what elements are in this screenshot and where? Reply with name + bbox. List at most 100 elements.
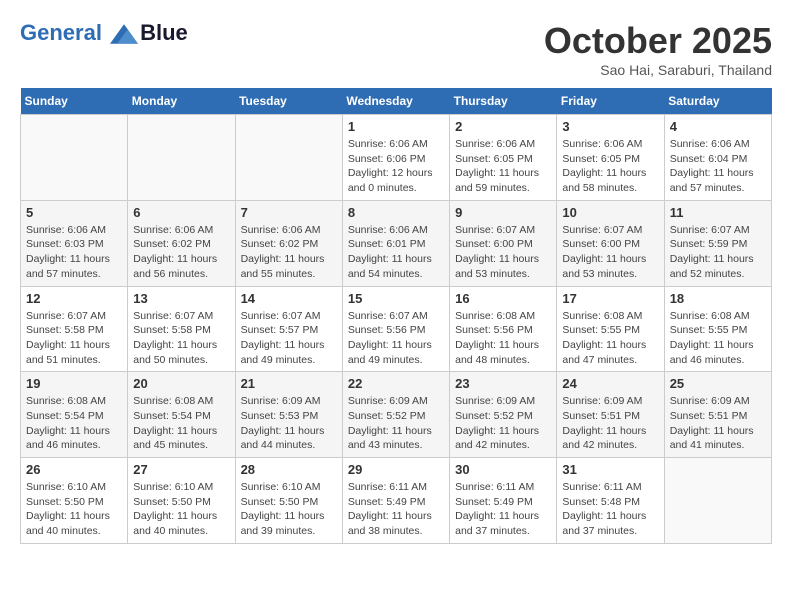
calendar-cell: 23Sunrise: 6:09 AMSunset: 5:52 PMDayligh… xyxy=(450,372,557,458)
day-info: Sunrise: 6:08 AMSunset: 5:54 PMDaylight:… xyxy=(26,394,122,453)
calendar-cell: 1 Sunrise: 6:06 AMSunset: 6:06 PMDaylight… xyxy=(342,115,449,201)
day-number: 24 xyxy=(562,376,658,391)
calendar-cell: 22Sunrise: 6:09 AMSunset: 5:52 PMDayligh… xyxy=(342,372,449,458)
calendar-cell: 19 Sunrise: 6:08 AMSunset: 5:54 PMDayligh… xyxy=(21,372,128,458)
calendar-week-1: 5 Sunrise: 6:06 AMSunset: 6:03 PMDaylight… xyxy=(21,200,772,286)
calendar-cell: 4 Sunrise: 6:06 AMSunset: 6:04 PMDaylight… xyxy=(664,115,771,201)
title-block: October 2025 Sao Hai, Saraburi, Thailand xyxy=(544,20,772,78)
day-info: Sunrise: 6:10 AMSunset: 5:50 PMDaylight:… xyxy=(241,480,337,539)
day-number: 16 xyxy=(455,291,551,306)
day-number: 17 xyxy=(562,291,658,306)
calendar-cell xyxy=(21,115,128,201)
day-info: Sunrise: 6:06 AMSunset: 6:05 PMDaylight:… xyxy=(562,137,658,196)
day-info: Sunrise: 6:07 AMSunset: 6:00 PMDaylight:… xyxy=(562,223,658,282)
calendar-cell: 18 Sunrise: 6:08 AMSunset: 5:55 PMDayligh… xyxy=(664,286,771,372)
day-info: Sunrise: 6:08 AMSunset: 5:55 PMDaylight:… xyxy=(562,309,658,368)
weekday-header-saturday: Saturday xyxy=(664,88,771,115)
day-info: Sunrise: 6:06 AMSunset: 6:03 PMDaylight:… xyxy=(26,223,122,282)
calendar-cell: 2Sunrise: 6:06 AMSunset: 6:05 PMDaylight… xyxy=(450,115,557,201)
calendar-week-3: 19 Sunrise: 6:08 AMSunset: 5:54 PMDayligh… xyxy=(21,372,772,458)
day-number: 19 xyxy=(26,376,122,391)
day-info: Sunrise: 6:10 AMSunset: 5:50 PMDaylight:… xyxy=(133,480,229,539)
calendar-cell: 27 Sunrise: 6:10 AMSunset: 5:50 PMDayligh… xyxy=(128,458,235,544)
weekday-header-friday: Friday xyxy=(557,88,664,115)
calendar-cell xyxy=(664,458,771,544)
day-info: Sunrise: 6:08 AMSunset: 5:54 PMDaylight:… xyxy=(133,394,229,453)
day-number: 1 xyxy=(348,119,444,134)
calendar-cell xyxy=(235,115,342,201)
day-info: Sunrise: 6:06 AMSunset: 6:06 PMDaylight:… xyxy=(348,137,444,196)
day-info: Sunrise: 6:07 AMSunset: 6:00 PMDaylight:… xyxy=(455,223,551,282)
calendar-table: SundayMondayTuesdayWednesdayThursdayFrid… xyxy=(20,88,772,544)
day-number: 18 xyxy=(670,291,766,306)
calendar-cell: 24Sunrise: 6:09 AMSunset: 5:51 PMDayligh… xyxy=(557,372,664,458)
day-info: Sunrise: 6:09 AMSunset: 5:53 PMDaylight:… xyxy=(241,394,337,453)
calendar-cell: 31 Sunrise: 6:11 AMSunset: 5:48 PMDayligh… xyxy=(557,458,664,544)
calendar-week-2: 12 Sunrise: 6:07 AMSunset: 5:58 PMDayligh… xyxy=(21,286,772,372)
day-number: 28 xyxy=(241,462,337,477)
calendar-cell xyxy=(128,115,235,201)
weekday-header-monday: Monday xyxy=(128,88,235,115)
day-info: Sunrise: 6:09 AMSunset: 5:51 PMDaylight:… xyxy=(670,394,766,453)
weekday-header-thursday: Thursday xyxy=(450,88,557,115)
weekday-header-sunday: Sunday xyxy=(21,88,128,115)
calendar-cell: 21Sunrise: 6:09 AMSunset: 5:53 PMDayligh… xyxy=(235,372,342,458)
day-number: 29 xyxy=(348,462,444,477)
day-number: 15 xyxy=(348,291,444,306)
day-number: 30 xyxy=(455,462,551,477)
weekday-header-wednesday: Wednesday xyxy=(342,88,449,115)
day-number: 7 xyxy=(241,205,337,220)
day-number: 8 xyxy=(348,205,444,220)
day-info: Sunrise: 6:07 AMSunset: 5:58 PMDaylight:… xyxy=(133,309,229,368)
day-number: 26 xyxy=(26,462,122,477)
day-info: Sunrise: 6:08 AMSunset: 5:56 PMDaylight:… xyxy=(455,309,551,368)
day-number: 5 xyxy=(26,205,122,220)
day-info: Sunrise: 6:06 AMSunset: 6:02 PMDaylight:… xyxy=(241,223,337,282)
calendar-cell: 20 Sunrise: 6:08 AMSunset: 5:54 PMDayligh… xyxy=(128,372,235,458)
calendar-cell: 10 Sunrise: 6:07 AMSunset: 6:00 PMDayligh… xyxy=(557,200,664,286)
day-number: 31 xyxy=(562,462,658,477)
logo: General Blue xyxy=(20,20,188,46)
calendar-cell: 30 Sunrise: 6:11 AMSunset: 5:49 PMDayligh… xyxy=(450,458,557,544)
day-info: Sunrise: 6:08 AMSunset: 5:55 PMDaylight:… xyxy=(670,309,766,368)
day-number: 2 xyxy=(455,119,551,134)
day-info: Sunrise: 6:07 AMSunset: 5:59 PMDaylight:… xyxy=(670,223,766,282)
day-info: Sunrise: 6:09 AMSunset: 5:52 PMDaylight:… xyxy=(348,394,444,453)
calendar-cell: 9 Sunrise: 6:07 AMSunset: 6:00 PMDaylight… xyxy=(450,200,557,286)
calendar-header-row: SundayMondayTuesdayWednesdayThursdayFrid… xyxy=(21,88,772,115)
page-header: General Blue October 2025 Sao Hai, Sarab… xyxy=(20,20,772,78)
day-number: 4 xyxy=(670,119,766,134)
day-number: 9 xyxy=(455,205,551,220)
calendar-cell: 25 Sunrise: 6:09 AMSunset: 5:51 PMDayligh… xyxy=(664,372,771,458)
weekday-header-tuesday: Tuesday xyxy=(235,88,342,115)
day-info: Sunrise: 6:11 AMSunset: 5:48 PMDaylight:… xyxy=(562,480,658,539)
day-info: Sunrise: 6:11 AMSunset: 5:49 PMDaylight:… xyxy=(348,480,444,539)
calendar-cell: 8Sunrise: 6:06 AMSunset: 6:01 PMDaylight… xyxy=(342,200,449,286)
calendar-week-4: 26 Sunrise: 6:10 AMSunset: 5:50 PMDayligh… xyxy=(21,458,772,544)
day-number: 20 xyxy=(133,376,229,391)
day-number: 10 xyxy=(562,205,658,220)
calendar-cell: 5 Sunrise: 6:06 AMSunset: 6:03 PMDaylight… xyxy=(21,200,128,286)
day-number: 25 xyxy=(670,376,766,391)
calendar-cell: 28 Sunrise: 6:10 AMSunset: 5:50 PMDayligh… xyxy=(235,458,342,544)
calendar-cell: 11Sunrise: 6:07 AMSunset: 5:59 PMDayligh… xyxy=(664,200,771,286)
calendar-cell: 16 Sunrise: 6:08 AMSunset: 5:56 PMDayligh… xyxy=(450,286,557,372)
logo-line1: General xyxy=(20,20,102,45)
day-info: Sunrise: 6:07 AMSunset: 5:58 PMDaylight:… xyxy=(26,309,122,368)
day-number: 14 xyxy=(241,291,337,306)
calendar-cell: 6Sunrise: 6:06 AMSunset: 6:02 PMDaylight… xyxy=(128,200,235,286)
day-info: Sunrise: 6:06 AMSunset: 6:04 PMDaylight:… xyxy=(670,137,766,196)
calendar-cell: 14Sunrise: 6:07 AMSunset: 5:57 PMDayligh… xyxy=(235,286,342,372)
calendar-cell: 15 Sunrise: 6:07 AMSunset: 5:56 PMDayligh… xyxy=(342,286,449,372)
logo-line2: Blue xyxy=(140,20,188,46)
day-info: Sunrise: 6:11 AMSunset: 5:49 PMDaylight:… xyxy=(455,480,551,539)
day-info: Sunrise: 6:06 AMSunset: 6:02 PMDaylight:… xyxy=(133,223,229,282)
day-number: 27 xyxy=(133,462,229,477)
logo-icon xyxy=(110,24,138,44)
calendar-cell: 17 Sunrise: 6:08 AMSunset: 5:55 PMDayligh… xyxy=(557,286,664,372)
day-info: Sunrise: 6:07 AMSunset: 5:56 PMDaylight:… xyxy=(348,309,444,368)
day-number: 12 xyxy=(26,291,122,306)
calendar-cell: 26Sunrise: 6:10 AMSunset: 5:50 PMDayligh… xyxy=(21,458,128,544)
calendar-cell: 29 Sunrise: 6:11 AMSunset: 5:49 PMDayligh… xyxy=(342,458,449,544)
calendar-cell: 13Sunrise: 6:07 AMSunset: 5:58 PMDayligh… xyxy=(128,286,235,372)
